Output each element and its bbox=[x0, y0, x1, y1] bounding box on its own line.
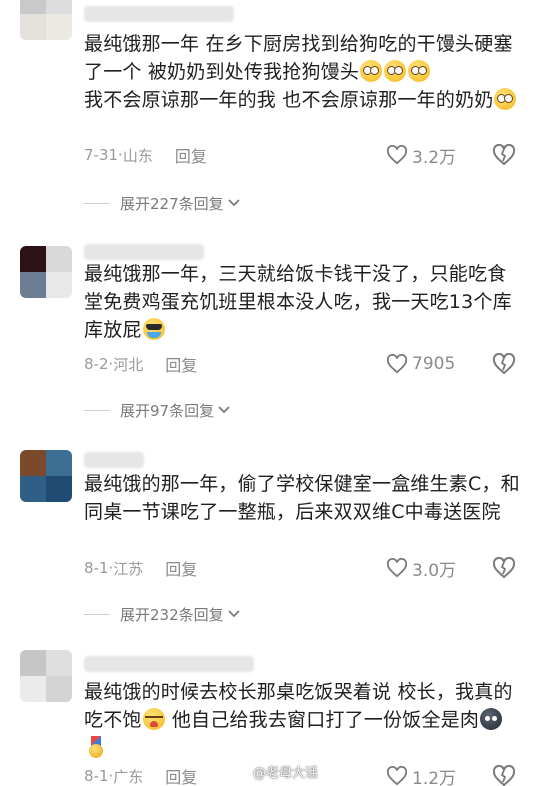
like-button[interactable]: 1.2万 bbox=[386, 765, 456, 786]
expand-replies-label: 展开232条回复 bbox=[120, 605, 224, 624]
watermark-text: @老母大话 bbox=[253, 766, 319, 781]
reply-button[interactable]: 回复 bbox=[165, 352, 197, 376]
dislike-button[interactable] bbox=[492, 556, 516, 579]
broken-heart-icon bbox=[492, 764, 516, 786]
crying-face-emoji-icon bbox=[142, 708, 165, 730]
weibo-logo-icon bbox=[234, 768, 248, 779]
avatar[interactable] bbox=[20, 450, 72, 502]
divider bbox=[84, 409, 110, 411]
comment-location: 山东 bbox=[122, 146, 153, 165]
dislike-button[interactable] bbox=[492, 143, 516, 166]
like-count: 3.2万 bbox=[412, 147, 457, 168]
expand-replies-label: 展开227条回复 bbox=[120, 194, 224, 213]
username-blurred[interactable] bbox=[84, 656, 254, 672]
comment-date: 8-1 bbox=[84, 767, 109, 785]
comment-location: 广东 bbox=[113, 767, 144, 786]
reply-button[interactable]: 回复 bbox=[175, 143, 207, 167]
divider bbox=[84, 613, 110, 615]
username-blurred[interactable] bbox=[84, 244, 204, 260]
comment-body-2: 我不会原谅那一年的我 也不会原谅那一年的奶奶 bbox=[84, 89, 494, 111]
comment-meta: 8-1 · 江苏 回复 bbox=[84, 556, 197, 580]
like-button[interactable]: 3.2万 bbox=[386, 144, 457, 168]
comment-date: 8-1 bbox=[84, 559, 109, 577]
like-button[interactable]: 7905 bbox=[386, 353, 455, 375]
dizzy-face-emoji-icon bbox=[384, 60, 407, 82]
dislike-button[interactable] bbox=[492, 352, 516, 375]
comment-list: 最纯饿那一年 在乡下厨房找到给狗吃的干馒头硬塞了一个 被奶奶到处传我抢狗馒头 我… bbox=[0, 0, 536, 786]
username-blurred[interactable] bbox=[84, 6, 234, 22]
like-count: 3.0万 bbox=[412, 560, 457, 581]
dark-face-emoji-icon bbox=[480, 708, 503, 730]
comment-text: 最纯饿的时候去校长那桌吃饭哭着说 校长，我真的吃不饱 他自己给我去窗口打了一份饭… bbox=[84, 678, 524, 762]
comment-text: 最纯饿那一年 在乡下厨房找到给狗吃的干馒头硬塞了一个 被奶奶到处传我抢狗馒头 我… bbox=[84, 30, 524, 114]
expand-replies-label: 展开97条回复 bbox=[120, 401, 215, 420]
heart-outline-icon bbox=[386, 558, 408, 578]
reply-button[interactable]: 回复 bbox=[165, 556, 197, 580]
broken-heart-icon bbox=[492, 143, 516, 166]
heart-outline-icon bbox=[386, 766, 408, 786]
broken-heart-icon bbox=[492, 352, 516, 375]
dizzy-face-emoji-icon bbox=[408, 60, 431, 82]
like-button[interactable]: 3.0万 bbox=[386, 557, 457, 581]
avatar[interactable] bbox=[20, 650, 72, 702]
comment-body: 最纯饿的那一年，偷了学校保健室一盒维生素C，和同桌一节课吃了一整瓶，后来双双维C… bbox=[84, 473, 520, 523]
reply-button[interactable]: 回复 bbox=[165, 764, 197, 786]
expand-replies-button[interactable]: 展开97条回复 bbox=[84, 400, 230, 420]
like-count: 7905 bbox=[412, 354, 456, 374]
medal-emoji-icon bbox=[85, 736, 107, 758]
dislike-button[interactable] bbox=[492, 764, 516, 786]
dizzy-face-emoji-icon bbox=[360, 60, 383, 82]
expand-replies-button[interactable]: 展开232条回复 bbox=[84, 604, 240, 624]
chevron-down-icon bbox=[228, 199, 240, 207]
comment-location: 河北 bbox=[113, 355, 144, 374]
comment-text: 最纯饿的那一年，偷了学校保健室一盒维生素C，和同桌一节课吃了一整瓶，后来双双维C… bbox=[84, 470, 524, 526]
divider bbox=[84, 202, 110, 204]
like-count: 1.2万 bbox=[412, 768, 457, 786]
comment-date: 7-31 bbox=[84, 146, 119, 164]
comment-body-2: 他自己给我去窗口打了一份饭全是肉 bbox=[171, 709, 480, 731]
avatar[interactable] bbox=[20, 0, 72, 40]
avatar[interactable] bbox=[20, 246, 72, 298]
comment-location: 江苏 bbox=[113, 559, 144, 578]
comment-meta: 8-2 · 河北 回复 bbox=[84, 352, 197, 376]
expand-replies-button[interactable]: 展开227条回复 bbox=[84, 193, 240, 213]
watermark: @老母大话 bbox=[234, 762, 318, 781]
comment-body: 最纯饿那一年 在乡下厨房找到给狗吃的干馒头硬塞了一个 被奶奶到处传我抢狗馒头 bbox=[84, 33, 513, 83]
comment-meta: 7-31 · 山东 回复 bbox=[84, 143, 207, 167]
heart-outline-icon bbox=[386, 145, 408, 165]
broken-heart-icon bbox=[492, 556, 516, 579]
comment-meta: 8-1 · 广东 回复 bbox=[84, 766, 197, 786]
username-blurred[interactable] bbox=[84, 452, 144, 468]
dizzy-face-emoji-icon bbox=[494, 88, 517, 110]
chevron-down-icon bbox=[228, 610, 240, 618]
comment-text: 最纯饿那一年，三天就给饭卡钱干没了，只能吃食堂免费鸡蛋充饥班里根本没人吃，我一天… bbox=[84, 260, 524, 344]
heart-outline-icon bbox=[386, 354, 408, 374]
comment-date: 8-2 bbox=[84, 355, 109, 373]
sunglasses-emoji-icon bbox=[142, 318, 165, 340]
chevron-down-icon bbox=[218, 406, 230, 414]
